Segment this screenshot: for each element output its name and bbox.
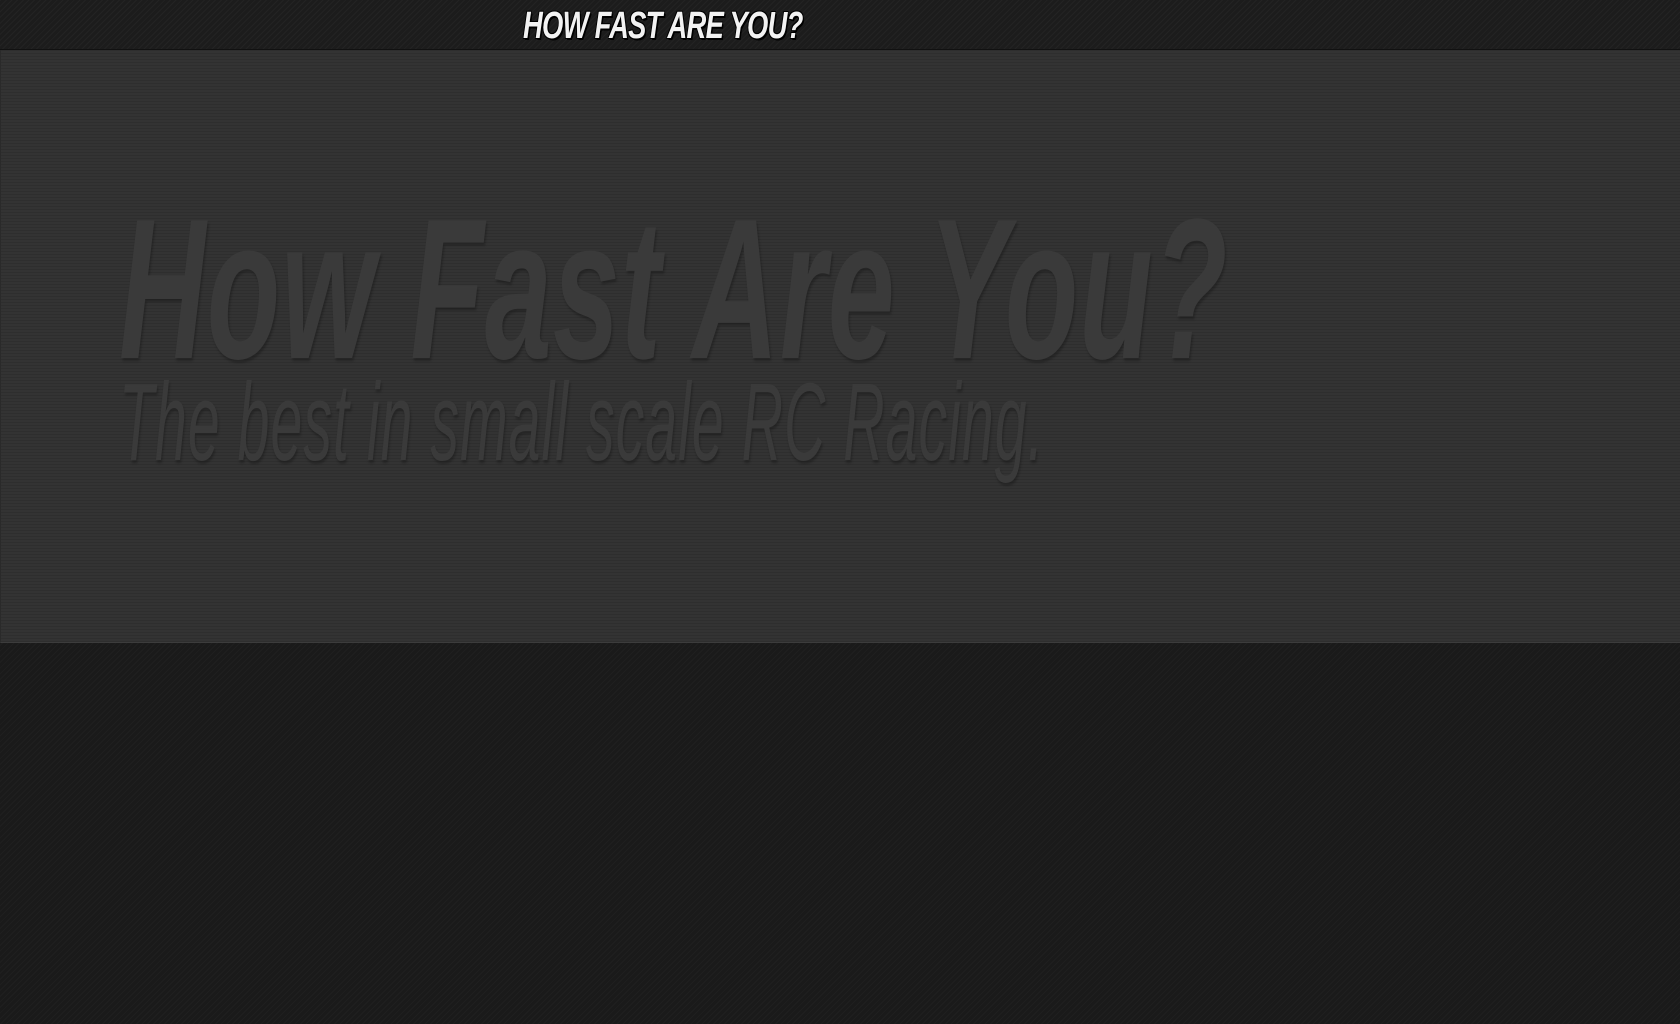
hero-subtitle: The best in small scale RC Racing. [119,361,1045,484]
site-logo[interactable]: HOW FAST ARE YOU? [523,4,803,48]
hero-title: How Fast Are You? [119,178,1229,401]
hero-banner: How Fast Are You? The best in small scal… [0,50,1680,643]
main-content-area [0,644,1680,1024]
top-bar: HOW FAST ARE YOU? [0,0,1680,50]
